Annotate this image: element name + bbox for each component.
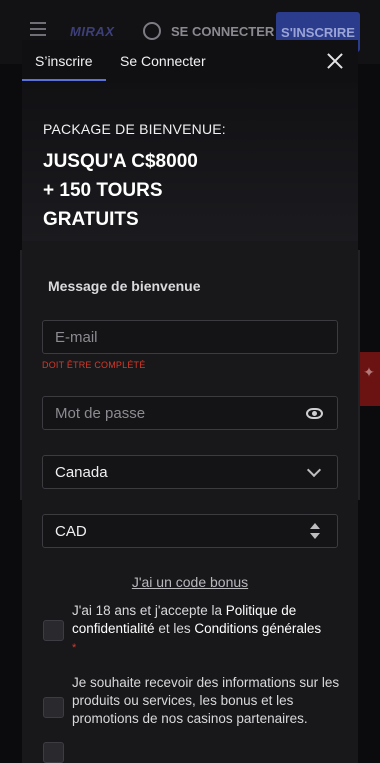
marketing-checkbox[interactable] [43, 697, 64, 718]
password-field[interactable] [42, 396, 338, 430]
terms-conditions-link[interactable]: Conditions générales [194, 621, 321, 636]
country-select[interactable]: Canada [42, 455, 338, 489]
terms-text: J'ai 18 ans et j'accepte la Politique de… [72, 602, 342, 657]
active-tab-indicator [22, 79, 106, 81]
auth-tabs: S’inscrire Se Connecter [22, 40, 358, 83]
terms-checkbox[interactable] [43, 620, 64, 641]
extra-checkbox[interactable] [43, 742, 64, 763]
promo-amount: JUSQU'A C$8000 [43, 151, 198, 172]
close-icon[interactable] [324, 50, 346, 72]
email-input[interactable] [55, 328, 285, 346]
auth-modal: S’inscrire Se Connecter PACKAGE DE BIENV… [22, 40, 358, 763]
section-title: Message de bienvenue [48, 278, 201, 294]
tab-signup[interactable]: S’inscrire [35, 53, 93, 69]
bonus-code-link[interactable]: J'ai un code bonus [42, 574, 338, 590]
extra-consent-row [42, 742, 338, 763]
email-error: DOIT ÊTRE COMPLÉTÉ [42, 360, 146, 370]
terms-consent-row: J'ai 18 ans et j'accepte la Politique de… [42, 602, 338, 670]
currency-select[interactable]: CAD [42, 514, 338, 548]
search-icon[interactable] [143, 22, 161, 40]
terms-prefix: J'ai 18 ans et j'accepte la [72, 603, 226, 618]
promo-free: GRATUITS [43, 209, 139, 230]
marketing-text: Je souhaite recevoir des informations su… [72, 675, 340, 726]
tab-login[interactable]: Se Connecter [120, 53, 206, 69]
side-promo-tab[interactable]: ✦ [358, 352, 380, 406]
sort-arrows-icon [310, 523, 320, 541]
signup-form: Message de bienvenue DOIT ÊTRE COMPLÉTÉ … [22, 241, 358, 763]
site-logo: MIRAX [70, 24, 115, 39]
promo-spins: + 150 TOURS [43, 180, 163, 201]
chevron-down-icon [306, 462, 322, 478]
required-mark: * [72, 642, 77, 654]
header-login-link[interactable]: SE CONNECTER [171, 24, 274, 39]
promo-kicker: PACKAGE DE BIENVENUE: [43, 121, 226, 137]
welcome-promo-banner: PACKAGE DE BIENVENUE: JUSQU'A C$8000 + 1… [22, 83, 358, 241]
menu-icon[interactable] [30, 22, 46, 36]
marketing-consent-row: Je souhaite recevoir des informations su… [42, 672, 339, 742]
currency-value: CAD [55, 522, 87, 540]
show-password-icon[interactable] [306, 408, 323, 419]
gift-icon: ✦ [363, 364, 375, 380]
country-value: Canada [55, 463, 108, 481]
password-input[interactable] [55, 404, 285, 422]
terms-middle: et les [154, 621, 195, 636]
email-field[interactable] [42, 320, 338, 354]
